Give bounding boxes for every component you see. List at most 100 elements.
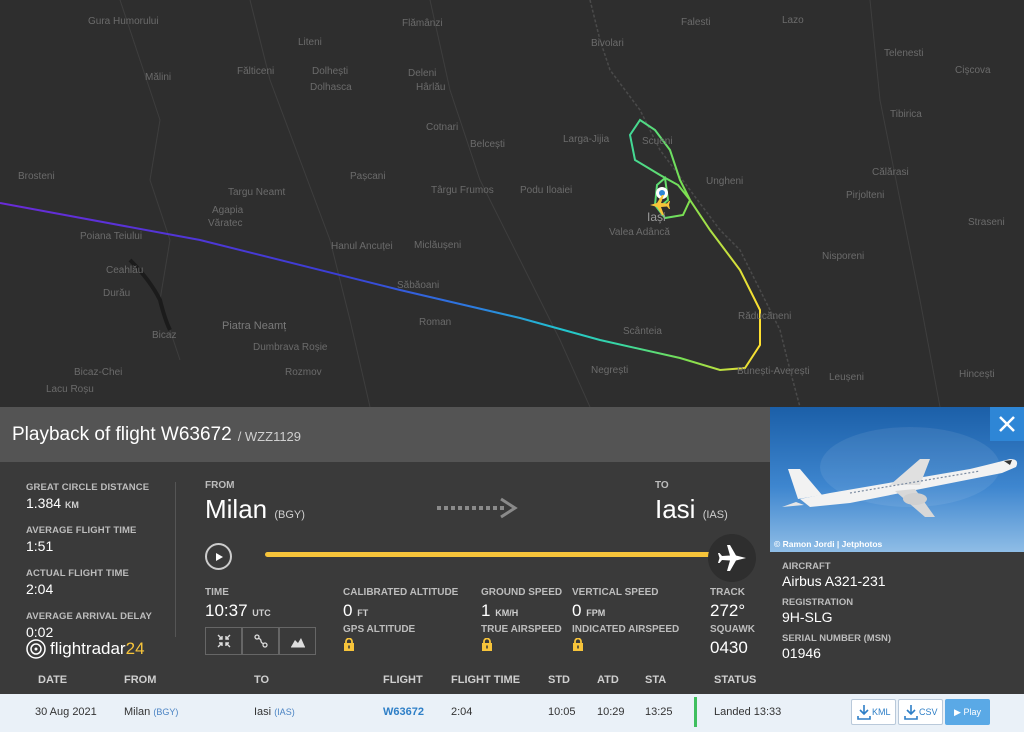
metric-ground-speed: GROUND SPEED 1 KM/H	[481, 587, 563, 620]
close-button[interactable]	[990, 407, 1024, 441]
download-icon	[857, 705, 871, 720]
progress-plane-icon[interactable]	[708, 534, 756, 582]
map-place-label: Miclăușeni	[414, 240, 462, 251]
map-place-label: Durău	[103, 288, 131, 299]
row-play-button[interactable]: ▶ Play	[945, 699, 990, 725]
destination: TO Iasi (IAS)	[655, 480, 728, 524]
stat-distance: GREAT CIRCLE DISTANCE 1.384 KM	[26, 482, 150, 511]
origin-code: (BGY)	[274, 509, 305, 521]
map-place-label: Agapia	[212, 205, 244, 216]
map-place-label: Belcești	[470, 139, 506, 150]
map-place-label: Târgu Frumos	[431, 185, 494, 196]
close-icon	[999, 416, 1015, 432]
stat-arrival-delay: AVERAGE ARRIVAL DELAY 0:02	[26, 611, 152, 640]
map-place-label: Lazo	[782, 15, 804, 26]
callsign-subtitle: / WZZ1129	[237, 428, 302, 444]
cell-atd: 10:29	[597, 706, 625, 718]
aircraft-type-label: AIRCRAFT	[782, 561, 831, 572]
registration-value: 9H-SLG	[782, 609, 833, 625]
aircraft-photo[interactable]: © Ramon Jordi | Jetphotos	[770, 407, 1024, 552]
map-place-label: Dumbrava Roșie	[253, 342, 328, 353]
metric-squawk: SQUAWK 0430	[710, 624, 755, 657]
panel-header: Playback of flight W63672 / WZZ1129	[0, 407, 770, 462]
download-csv-button[interactable]: CSV	[898, 699, 943, 725]
metric-track: TRACK 272°	[710, 587, 746, 620]
lock-icon	[573, 637, 583, 651]
th-atd: ATD	[597, 674, 619, 686]
map-place-label: Scueni	[642, 136, 673, 147]
aircraft-photo-image	[782, 427, 1018, 517]
map-place-label: Nisporeni	[822, 251, 865, 262]
map-place-label: Telenesti	[884, 48, 924, 59]
th-flight-time: FLIGHT TIME	[451, 674, 521, 686]
map-place-label: Liteni	[298, 37, 322, 48]
map-place-label: Bicaz	[152, 330, 177, 341]
map-place-label: Targu Neamt	[228, 187, 286, 198]
map-place-label: Bunești-Averești	[737, 366, 810, 377]
playback-play-button[interactable]	[205, 543, 232, 570]
download-kml-button[interactable]: KML	[851, 699, 896, 725]
route-toggle-button[interactable]	[242, 627, 279, 655]
cell-to: Iasi (IAS)	[254, 706, 295, 718]
map[interactable]: Gura Humorului Fălticeni Mălini Liteni Dolhe…	[0, 0, 1024, 407]
playback-progress-bar[interactable]	[265, 552, 715, 557]
graph-button[interactable]	[279, 627, 316, 655]
map-place-label: Pirjolteni	[846, 190, 885, 201]
fit-view-button[interactable]	[205, 627, 242, 655]
radar-icon	[26, 639, 46, 659]
map-place-label: Ungheni	[706, 176, 744, 187]
origin: FROM Milan (BGY)	[205, 480, 305, 524]
logo-number: 24	[125, 639, 145, 658]
play-icon	[215, 552, 223, 561]
playback-panel: Playback of flight W63672 / WZZ1129 GREA…	[0, 407, 770, 667]
map-place-label: Brosteni	[18, 171, 55, 182]
registration-label: REGISTRATION	[782, 597, 854, 608]
panel-title: Playback of flight W63672	[12, 423, 232, 445]
flightradar24-logo[interactable]: flightradar24	[26, 639, 145, 659]
stat-actual-flight-time: ACTUAL FLIGHT TIME 2:04	[26, 568, 129, 597]
map-place-label: Bicaz-Chei	[74, 367, 123, 378]
destination-city: Iasi	[655, 494, 696, 524]
map-place-label: Leușeni	[829, 372, 865, 383]
msn-label: SERIAL NUMBER (MSN)	[782, 633, 892, 644]
lock-icon	[482, 637, 492, 651]
map-place-label: Poiana Teiului	[80, 231, 143, 242]
map-place-label: Scânteia	[623, 326, 662, 337]
cell-std: 10:05	[548, 706, 576, 718]
map-place-label: Lacu Roșu	[46, 384, 94, 395]
divider	[175, 482, 176, 637]
table-row[interactable]: 30 Aug 2021 Milan (BGY) Iasi (IAS) W6367…	[0, 694, 1024, 732]
map-place-label: Dolhasca	[310, 82, 352, 93]
map-place-label: Piatra Neamț	[222, 320, 287, 332]
lock-icon	[344, 637, 354, 651]
metric-time: TIME 10:37 UTC	[205, 587, 271, 620]
photo-credit[interactable]: © Ramon Jordi | Jetphotos	[774, 539, 882, 549]
map-place-label: Bivolari	[591, 38, 624, 49]
route-path-icon	[253, 634, 268, 648]
flight-history-table: DATE FROM TO FLIGHT FLIGHT TIME STD ATD …	[0, 667, 1024, 732]
map-place-label: Rozmov	[285, 367, 322, 378]
cell-status: Landed 13:33	[714, 706, 782, 718]
metric-calibrated-altitude: CALIBRATED ALTITUDE 0 FT	[343, 587, 459, 620]
cell-to-code[interactable]: (IAS)	[274, 707, 295, 717]
map-place-label: Straseni	[968, 217, 1005, 228]
cell-sta: 13:25	[645, 706, 673, 718]
metric-vertical-speed: VERTICAL SPEED 0 FPM	[572, 587, 659, 620]
flight-stats: GREAT CIRCLE DISTANCE 1.384 KM AVERAGE F…	[26, 482, 176, 654]
map-place-label: Flămânzi	[402, 18, 443, 29]
cell-flight-time: 2:04	[451, 706, 473, 718]
metric-true-airspeed: TRUE AIRSPEED	[481, 624, 562, 656]
map-place-label: Mălini	[145, 72, 172, 83]
metric-gps-altitude: GPS ALTITUDE	[343, 624, 415, 656]
th-std: STD	[548, 674, 570, 686]
map-place-label: Fălticeni	[237, 66, 275, 77]
table-header: DATE FROM TO FLIGHT FLIGHT TIME STD ATD …	[0, 667, 1024, 694]
map-place-label: Săbăoani	[397, 280, 440, 291]
th-to: TO	[254, 674, 270, 686]
map-place-label: Podu Iloaiei	[520, 185, 573, 196]
cell-flight-link[interactable]: W63672	[383, 706, 424, 718]
map-place-label: Valea Adâncă	[609, 227, 670, 238]
map-place-label: Negrești	[591, 365, 629, 376]
cell-from-code[interactable]: (BGY)	[153, 707, 178, 717]
map-place-label: Dolhești	[312, 66, 349, 77]
